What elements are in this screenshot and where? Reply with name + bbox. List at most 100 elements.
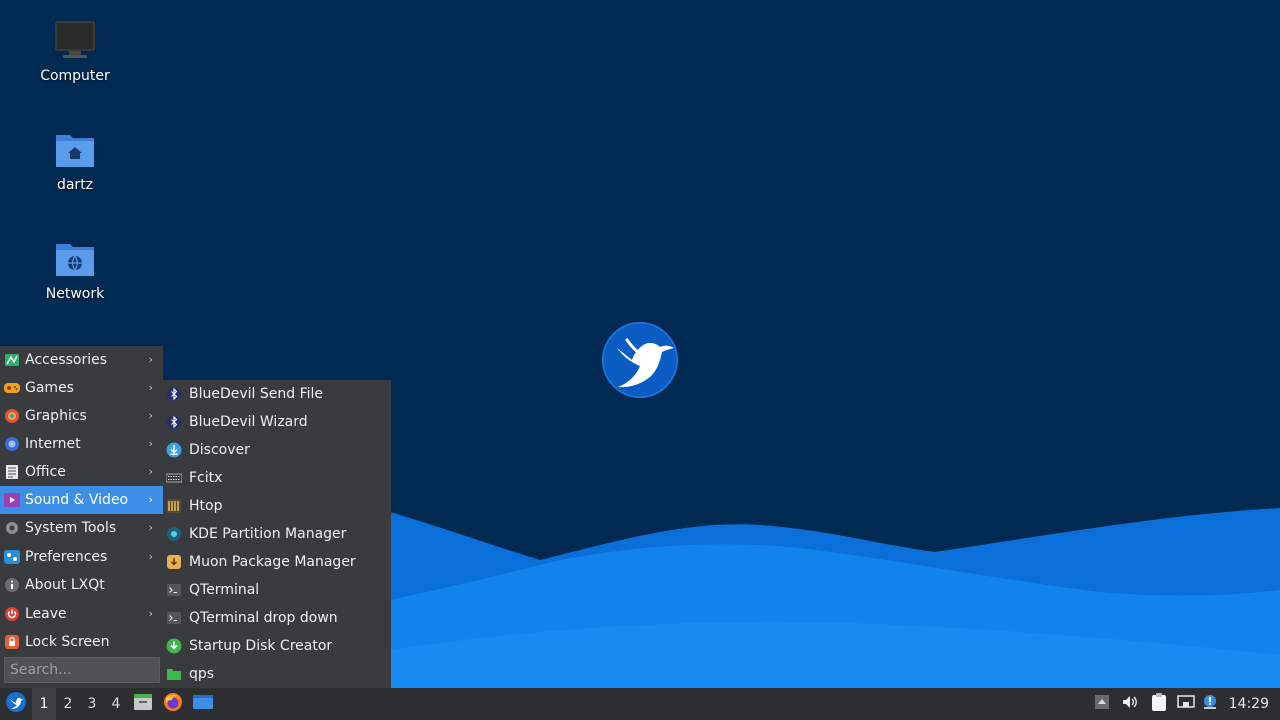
qps-icon <box>166 666 182 682</box>
volume-button[interactable] <box>1115 688 1145 720</box>
volume-icon <box>1121 694 1139 714</box>
partition-icon <box>166 526 182 542</box>
caret-up-icon <box>1094 694 1110 714</box>
office-icon <box>4 464 20 480</box>
submenu-item-fcitx[interactable]: Fcitx <box>163 464 391 492</box>
chevron-right-icon: › <box>148 381 153 394</box>
computer-icon <box>53 18 97 62</box>
clock[interactable]: 14:29 <box>1229 696 1269 712</box>
bluetooth-icon <box>166 386 182 402</box>
workspace-label: 1 <box>39 696 49 712</box>
desktop-icon-label: Network <box>45 286 105 302</box>
menu-item-label: Graphics <box>25 408 87 424</box>
chevron-right-icon: › <box>148 465 153 478</box>
submenu-item-label: qps <box>189 666 215 682</box>
graphics-icon <box>4 408 20 424</box>
submenu-item-qterminal[interactable]: QTerminal <box>163 576 391 604</box>
menu-item-label: Internet <box>25 436 81 452</box>
keyboard-icon <box>166 470 182 486</box>
accessories-icon <box>4 352 20 368</box>
preferences-icon <box>4 549 20 565</box>
menu-item-label: System Tools <box>25 520 117 536</box>
workspace-2-button[interactable]: 2 <box>56 688 80 720</box>
menu-item-label: Lock Screen <box>25 634 110 650</box>
menu-item-leave[interactable]: Leave › <box>0 600 163 628</box>
desktop-icon-computer[interactable]: Computer <box>20 18 130 84</box>
desktop-icon-network[interactable]: Network <box>20 236 130 302</box>
system-tools-icon <box>4 520 20 536</box>
menu-item-accessories[interactable]: Accessories › <box>0 346 163 374</box>
menu-item-preferences[interactable]: Preferences › <box>0 543 163 571</box>
file-manager-icon <box>133 692 153 716</box>
firefox-icon <box>163 692 183 716</box>
discover-icon <box>166 442 182 458</box>
chevron-right-icon: › <box>148 353 153 366</box>
main-menu: Accessories › Games › Graphics › Interne… <box>0 346 163 688</box>
menu-item-label: About LXQt <box>25 577 105 593</box>
submenu-item-label: Fcitx <box>189 470 223 486</box>
workspace-label: 2 <box>63 696 73 712</box>
submenu-item-label: Htop <box>189 498 223 514</box>
search-input[interactable] <box>4 657 160 683</box>
desktop-icon <box>192 693 214 715</box>
menu-item-label: Leave <box>25 606 67 622</box>
menu-item-office[interactable]: Office › <box>0 458 163 486</box>
lock-icon <box>4 634 20 650</box>
workspace-4-button[interactable]: 4 <box>104 688 128 720</box>
clipboard-icon <box>1150 692 1168 716</box>
desktop-icon-home[interactable]: dartz <box>20 127 130 193</box>
tray-expand-button[interactable] <box>1089 688 1115 720</box>
submenu-item-label: Discover <box>189 442 250 458</box>
submenu-item-qps[interactable]: qps <box>163 660 391 688</box>
submenu-item-bluedevil-wizard[interactable]: BlueDevil Wizard <box>163 408 391 436</box>
menu-item-graphics[interactable]: Graphics › <box>0 402 163 430</box>
menu-item-sound-video[interactable]: Sound & Video › <box>0 486 163 514</box>
chevron-right-icon: › <box>148 409 153 422</box>
file-manager-launcher[interactable] <box>128 688 158 720</box>
menu-item-internet[interactable]: Internet › <box>0 430 163 458</box>
desktop-icon-label: Computer <box>40 68 110 84</box>
lubuntu-menu-icon <box>5 691 27 717</box>
system-tray: 14:29 <box>1089 688 1280 720</box>
submenu-item-discover[interactable]: Discover <box>163 436 391 464</box>
terminal-icon <box>166 610 182 626</box>
menu-item-games[interactable]: Games › <box>0 374 163 402</box>
start-menu-button[interactable] <box>0 688 32 720</box>
network-status-button[interactable] <box>1173 688 1199 720</box>
network-folder-icon <box>53 236 97 280</box>
workspace-3-button[interactable]: 3 <box>80 688 104 720</box>
submenu-item-bluedevil-send-file[interactable]: BlueDevil Send File <box>163 380 391 408</box>
menu-item-label: Office <box>25 464 66 480</box>
desktop-icon-label: dartz <box>56 177 94 193</box>
update-alert-icon <box>1202 694 1218 714</box>
submenu-item-startup-disk-creator[interactable]: Startup Disk Creator <box>163 632 391 660</box>
info-icon <box>4 577 20 593</box>
firefox-launcher[interactable] <box>158 688 188 720</box>
update-notifier-button[interactable] <box>1199 688 1221 720</box>
show-desktop-button[interactable] <box>188 688 218 720</box>
home-folder-icon <box>53 127 97 171</box>
submenu-item-kde-partition-manager[interactable]: KDE Partition Manager <box>163 520 391 548</box>
submenu-item-htop[interactable]: Htop <box>163 492 391 520</box>
menu-item-label: Sound & Video <box>25 492 129 508</box>
bluetooth-icon <box>166 414 182 430</box>
taskbar: 1 2 3 4 14:29 <box>0 688 1280 720</box>
chevron-right-icon: › <box>148 493 153 506</box>
menu-item-label: Accessories <box>25 352 108 368</box>
clipboard-button[interactable] <box>1145 688 1173 720</box>
menu-item-system-tools[interactable]: System Tools › <box>0 514 163 542</box>
submenu-item-label: BlueDevil Wizard <box>189 414 308 430</box>
submenu-item-muon-package-manager[interactable]: Muon Package Manager <box>163 548 391 576</box>
submenu-item-qterminal-drop-down[interactable]: QTerminal drop down <box>163 604 391 632</box>
workspace-1-button[interactable]: 1 <box>32 688 56 720</box>
package-icon <box>166 554 182 570</box>
usb-creator-icon <box>166 638 182 654</box>
chevron-right-icon: › <box>148 550 153 563</box>
sound-video-submenu: BlueDevil Send File BlueDevil Wizard Dis… <box>163 380 391 688</box>
menu-item-about-lxqt[interactable]: About LXQt <box>0 571 163 599</box>
submenu-item-label: Startup Disk Creator <box>189 638 333 654</box>
chevron-right-icon: › <box>148 521 153 534</box>
workspace-label: 3 <box>87 696 97 712</box>
menu-item-lock-screen[interactable]: Lock Screen <box>0 628 163 656</box>
sound-video-icon <box>4 492 20 508</box>
